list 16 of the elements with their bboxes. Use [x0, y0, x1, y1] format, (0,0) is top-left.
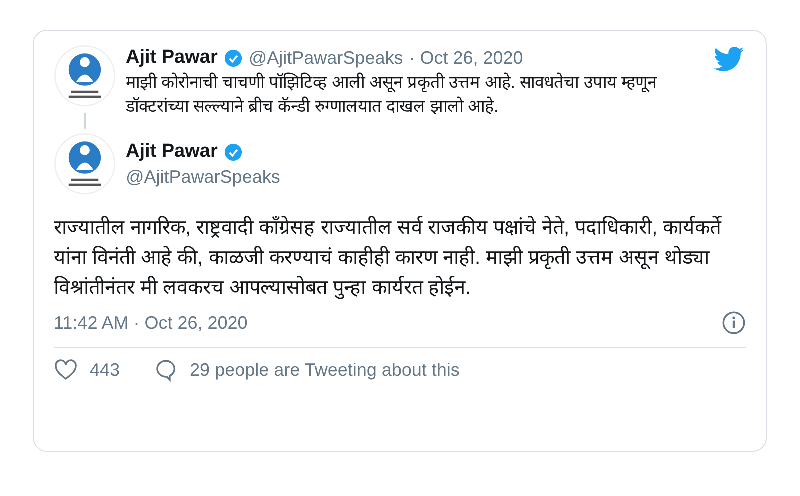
avatar-icon[interactable]	[54, 133, 116, 195]
author-handle[interactable]: @AjitPawarSpeaks	[126, 167, 280, 188]
discussion-link[interactable]: 29 people are Tweeting about this	[190, 360, 460, 380]
like-count[interactable]: 443	[90, 360, 120, 380]
heart-icon[interactable]	[54, 358, 78, 382]
author-name[interactable]: Ajit Pawar	[126, 141, 218, 163]
tweet-text: राज्यातील नागरिक, राष्ट्रवादी काँग्रेसह राज्यातील सर्व राजकीय पक्षांचे नेते, पदाधिकारी, कार्यकर्ते यांना विनंती आहे की, काळजी करण्याचं काहीही कारण नाही. माझी प्रकृती उत्तम असून थोड्या विश्रांतीनंतर मी लवकरच आपल्यासोबत पुन्हा कार्यरत होईन.	[54, 215, 723, 302]
tweet-text: माझी कोरोनाची चाचणी पॉझिटिव्ह आली असून प्रकृती उत्तम आहे. सावधतेचा उपाय म्हणून डॉक्टरांच्या सल्ल्याने ब्रीच कॅन्डी रुग्णालयात दाखल झालो आहे.	[126, 72, 658, 118]
tweet-timestamp[interactable]: 11:42 AM · Oct 26, 2020	[54, 312, 248, 334]
author-name[interactable]: Ajit Pawar	[126, 47, 218, 69]
tweet-date[interactable]: · Oct 26, 2020	[409, 48, 524, 68]
speech-bubble-icon[interactable]	[154, 358, 178, 382]
bird-icon[interactable]	[714, 47, 744, 72]
info-icon[interactable]	[722, 311, 746, 335]
avatar-icon[interactable]	[54, 45, 116, 107]
author-handle[interactable]: @AjitPawarSpeaks	[248, 48, 404, 68]
